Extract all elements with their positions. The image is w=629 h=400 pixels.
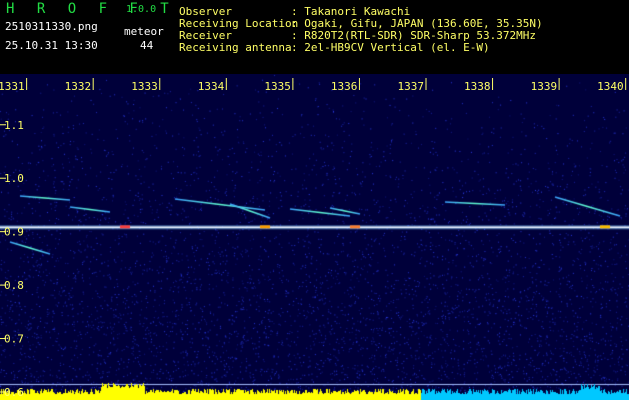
datetime: 25.10.31 13:30 bbox=[5, 39, 98, 52]
time-tick-label: 1338 bbox=[464, 80, 491, 93]
spectrogram: 1331 1332 1333 1334 1335 1336 1337 1338 1339 1340… bbox=[0, 74, 629, 400]
time-tick-label: 1335 bbox=[264, 80, 291, 93]
time-tick-label: 1334 bbox=[198, 80, 225, 93]
time-tick-label: 1337 bbox=[397, 80, 424, 93]
time-tick-label: 1336 bbox=[331, 80, 358, 93]
freq-tick-label: 1.0 bbox=[4, 172, 24, 185]
freq-tick-label: 0.9 bbox=[4, 226, 24, 239]
time-tick-label: 1340 bbox=[597, 80, 624, 93]
freq-tick-label: 1.1 bbox=[4, 119, 24, 132]
spectrogram-axes: 1331 1332 1333 1334 1335 1336 1337 1338 1339 1340… bbox=[0, 78, 627, 399]
mode-label: meteor bbox=[124, 25, 164, 38]
time-tick-label: 1339 bbox=[531, 80, 558, 93]
meteor-count: 44 bbox=[140, 39, 154, 52]
filename: 2510311330.png bbox=[5, 20, 98, 33]
antenna-value: : 2el-HB9CV Vertical (el. E-W) bbox=[291, 41, 490, 54]
time-tick-label: 1333 bbox=[131, 80, 158, 93]
freq-tick-label: 0.8 bbox=[4, 279, 24, 292]
time-tick-label: 1331 bbox=[0, 80, 25, 93]
time-tick-label: 1332 bbox=[65, 80, 92, 93]
app-version: 1.0.0 bbox=[126, 4, 157, 15]
antenna-label: Receiving antenna bbox=[179, 41, 292, 54]
freq-tick-label: 0.7 bbox=[4, 333, 24, 346]
freq-tick-label: 0.6 bbox=[4, 386, 24, 399]
